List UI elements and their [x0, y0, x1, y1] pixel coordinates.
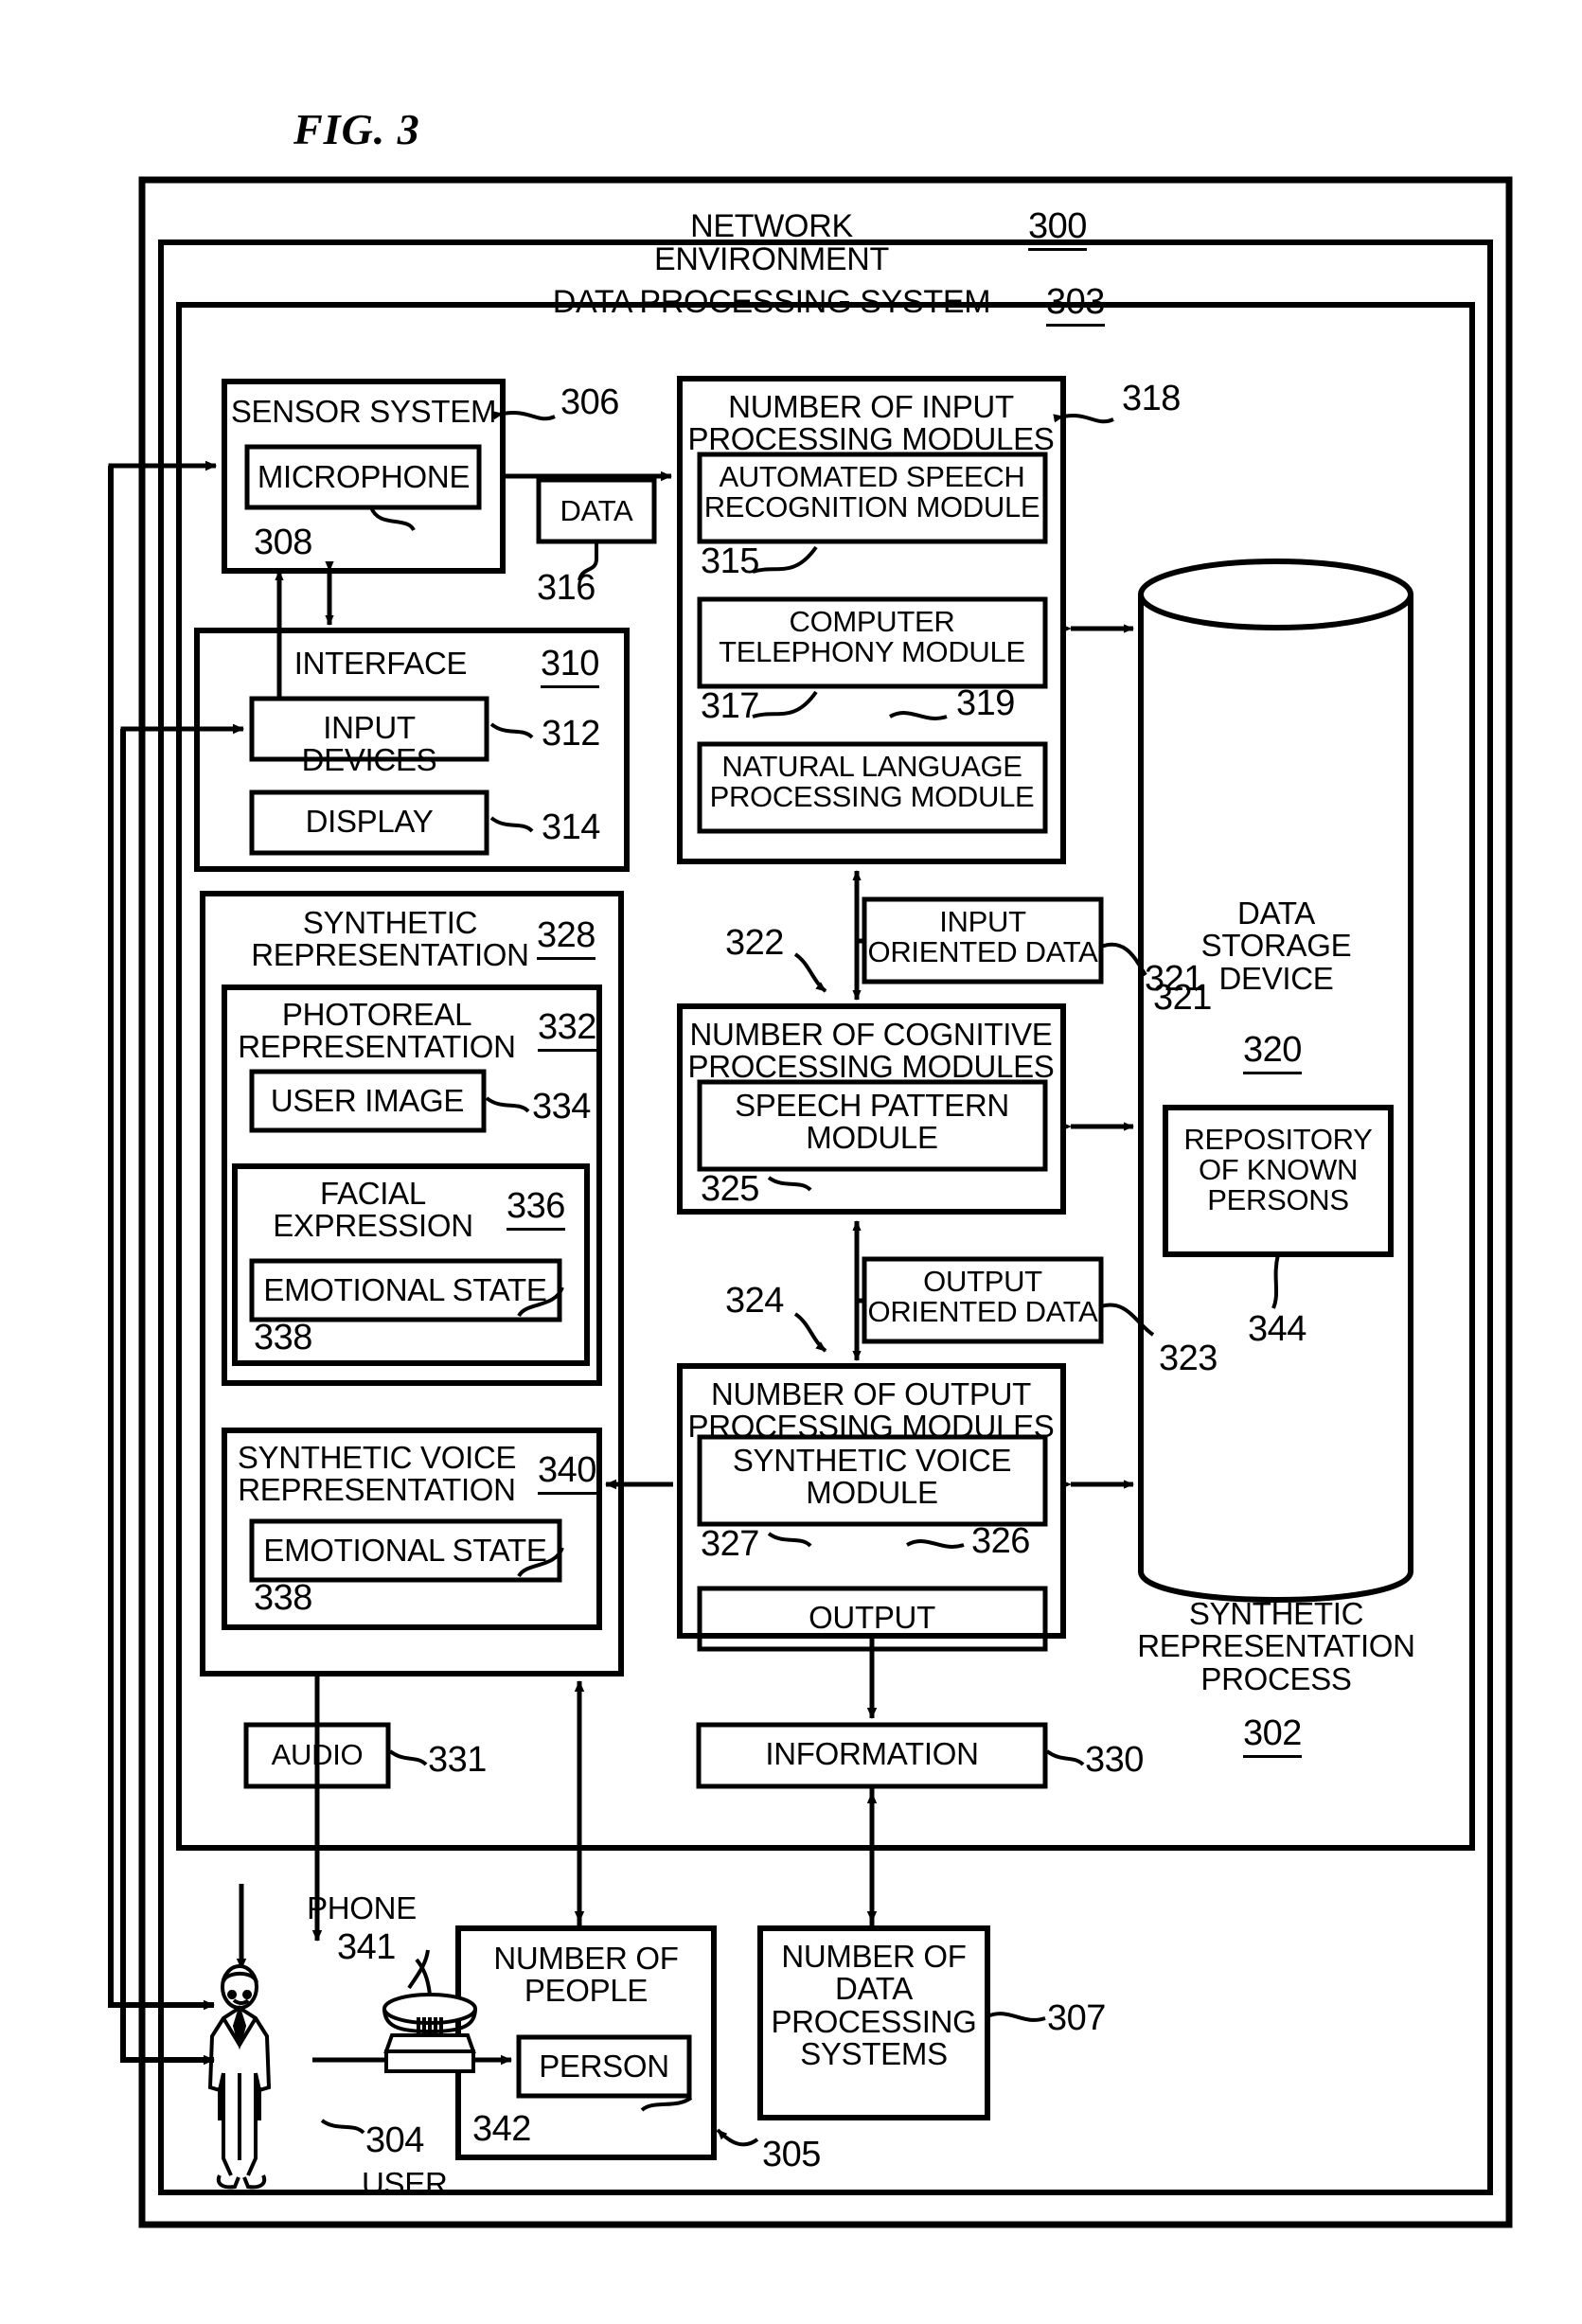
information-ref: 330 [1085, 1740, 1144, 1780]
sensor-system-title: SENSOR SYSTEM [230, 394, 497, 429]
synthetic-representation-ref: 328 [537, 915, 595, 960]
synthetic-representation-process-ref: 302 [1243, 1713, 1302, 1758]
user-image-title: USER IMAGE [270, 1083, 465, 1118]
data-storage-interface-ref: 321 [1145, 959, 1203, 999]
figure-label: FIG. 3 [293, 105, 420, 153]
input-devices-title: INPUT DEVICES [301, 710, 437, 778]
display-ref: 314 [542, 807, 600, 847]
data-title: DATA [560, 494, 633, 527]
repository-known-persons-ref: 344 [1248, 1309, 1306, 1349]
input-devices-ref: 312 [542, 714, 600, 754]
speech-pattern-module-ref: 325 [701, 1169, 759, 1209]
output-modules-ref: 324 [725, 1281, 784, 1321]
person-title: PERSON [539, 2049, 669, 2084]
phone-ref: 341 [337, 1927, 396, 1967]
output-modules-title: NUMBER OF OUTPUT PROCESSING MODULES [687, 1376, 1055, 1445]
user-title: USER [362, 2166, 448, 2201]
data-ref: 316 [537, 568, 595, 608]
repository-known-persons-title: REPOSITORY OF KNOWN PERSONS [1183, 1123, 1373, 1217]
synthetic-representation-title: SYNTHETIC REPRESENTATION [251, 905, 529, 973]
emotional-state-facial-title: EMOTIONAL STATE [263, 1272, 547, 1307]
emotional-state-voice-title: EMOTIONAL STATE [263, 1533, 547, 1568]
network-environment-ref: 300 [1028, 206, 1087, 251]
output-oriented-data-title: OUTPUT ORIENTED DATA [867, 1265, 1098, 1329]
facial-expression-ref: 336 [507, 1186, 565, 1231]
person-ref: 342 [472, 2109, 531, 2149]
input-modules-ref: 318 [1122, 379, 1181, 418]
number-of-people-title: NUMBER OF PEOPLE [493, 1941, 679, 2009]
output-title: OUTPUT [809, 1600, 935, 1635]
information-title: INFORMATION [765, 1736, 979, 1771]
output-oriented-data-ref: 323 [1159, 1339, 1218, 1378]
cognitive-modules-title: NUMBER OF COGNITIVE PROCESSING MODULES [687, 1017, 1055, 1085]
user-image-ref: 334 [532, 1087, 591, 1127]
synthetic-voice-representation-title: SYNTHETIC VOICE REPRESENTATION [237, 1440, 517, 1508]
nlp-module-title: NATURAL LANGUAGE PROCESSING MODULE [709, 750, 1035, 814]
synthetic-voice-module-title: SYNTHETIC VOICE MODULE [732, 1443, 1012, 1511]
speech-pattern-module-title: SPEECH PATTERN MODULE [735, 1088, 1009, 1156]
patent-figure-canvas: FIG. 3 NETWORK ENVIRONMENT 300 DATA PROC… [0, 0, 1582, 2324]
emotional-state-facial-ref: 338 [254, 1318, 312, 1357]
asr-module-title: AUTOMATED SPEECH RECOGNITION MODULE [703, 460, 1040, 524]
microphone-title: MICROPHONE [257, 459, 471, 494]
number-of-data-processing-systems-ref: 307 [1047, 1998, 1106, 2038]
synthetic-voice-module-ref: 327 [701, 1524, 759, 1564]
data-processing-system-title: DATA PROCESSING SYSTEM [552, 284, 991, 320]
audio-ref: 331 [428, 1740, 487, 1780]
number-of-people-ref: 305 [762, 2135, 821, 2174]
input-oriented-data-title: INPUT ORIENTED DATA [867, 905, 1098, 969]
sensor-system-ref: 306 [560, 382, 619, 422]
user-figure-illustration [207, 1964, 272, 2190]
network-environment-title: NETWORK ENVIRONMENT [654, 208, 889, 278]
synthetic-voice-representation-ref: 340 [538, 1450, 596, 1495]
nlp-module-ref: 319 [956, 683, 1015, 723]
interface-ref: 310 [541, 644, 599, 688]
telephony-module-ref: 317 [701, 686, 759, 726]
user-ref: 304 [365, 2120, 424, 2160]
cognitive-modules-ref: 322 [725, 923, 784, 963]
display-title: DISPLAY [305, 804, 434, 839]
output-ref: 326 [971, 1521, 1030, 1561]
interface-title: INTERFACE [293, 646, 468, 681]
telephony-module-title: COMPUTER TELEPHONY MODULE [719, 605, 1025, 669]
data-storage-device-ref: 320 [1243, 1030, 1302, 1074]
phone-illustration [382, 1958, 477, 2073]
emotional-state-voice-ref: 338 [254, 1578, 312, 1618]
photoreal-representation-title: PHOTOREAL REPRESENTATION [238, 997, 516, 1065]
data-storage-cylinder [1138, 559, 1413, 1603]
data-processing-system-ref: 303 [1046, 282, 1105, 327]
synthetic-representation-process-title: SYNTHETIC REPRESENTATION PROCESS [1137, 1596, 1415, 1696]
audio-title: AUDIO [271, 1738, 364, 1771]
phone-title: PHONE [307, 1890, 417, 1925]
microphone-ref: 308 [254, 523, 312, 562]
photoreal-representation-ref: 332 [538, 1007, 596, 1052]
number-of-data-processing-systems-title: NUMBER OF DATA PROCESSING SYSTEMS [771, 1939, 977, 2071]
asr-module-ref: 315 [701, 541, 759, 581]
input-modules-title: NUMBER OF INPUT PROCESSING MODULES [687, 389, 1055, 457]
facial-expression-title: FACIAL EXPRESSION [273, 1176, 473, 1244]
